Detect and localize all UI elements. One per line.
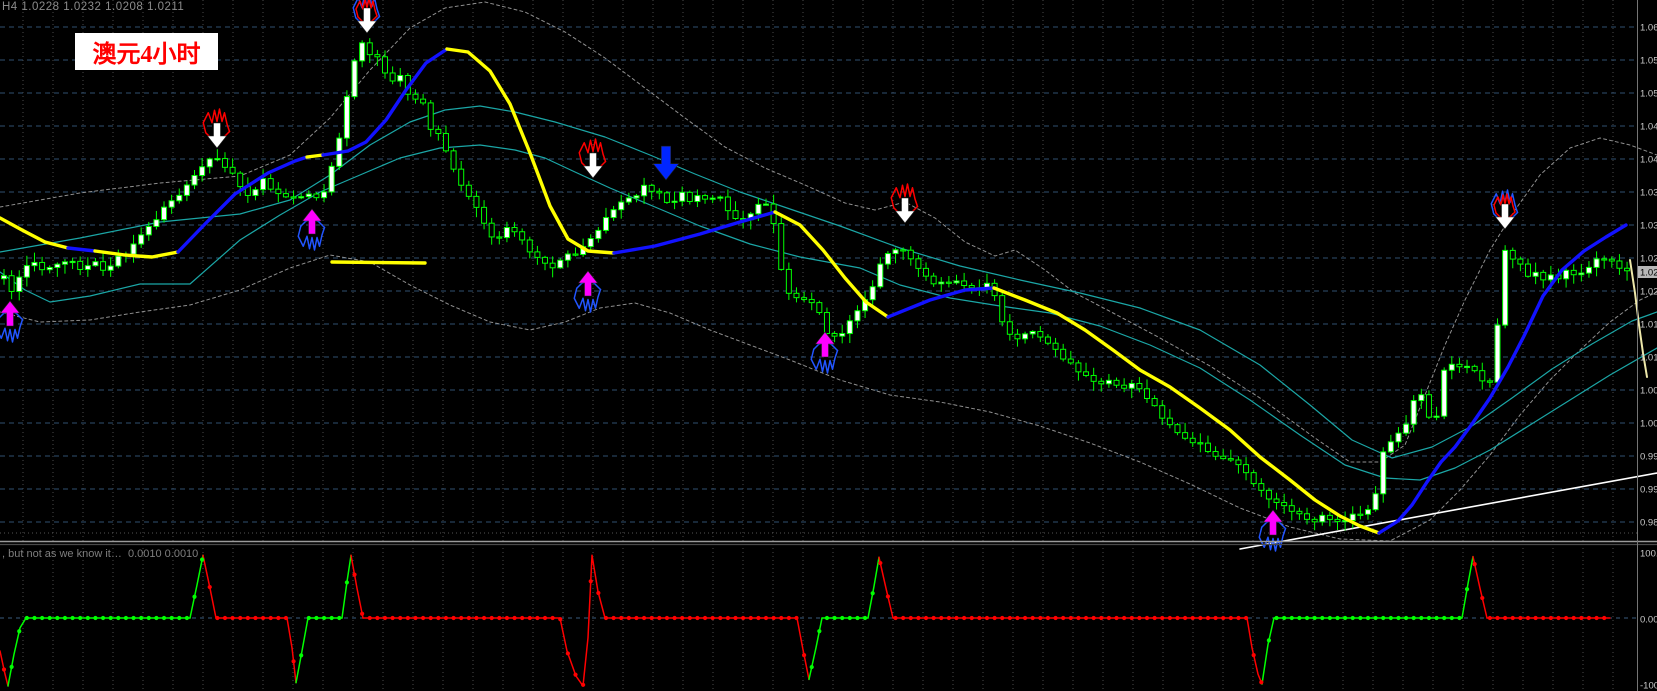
symbol-ohlc-info: H4 1.0228 1.0232 1.0208 1.0211 — [2, 1, 185, 13]
mt4-chart-window: 1.06001.05501.05001.04501.04001.03501.03… — [0, 0, 1657, 691]
indicator-panel[interactable] — [0, 546, 1637, 691]
chart-label-box[interactable]: 澳元4小时 — [75, 33, 218, 70]
main-chart-panel[interactable] — [0, 0, 1637, 541]
price-axis[interactable] — [1637, 0, 1657, 691]
chart-label-text: 澳元4小时 — [92, 42, 201, 68]
indicator-label: , but not as we know it… 0.0010 0.0010 — [2, 548, 199, 560]
